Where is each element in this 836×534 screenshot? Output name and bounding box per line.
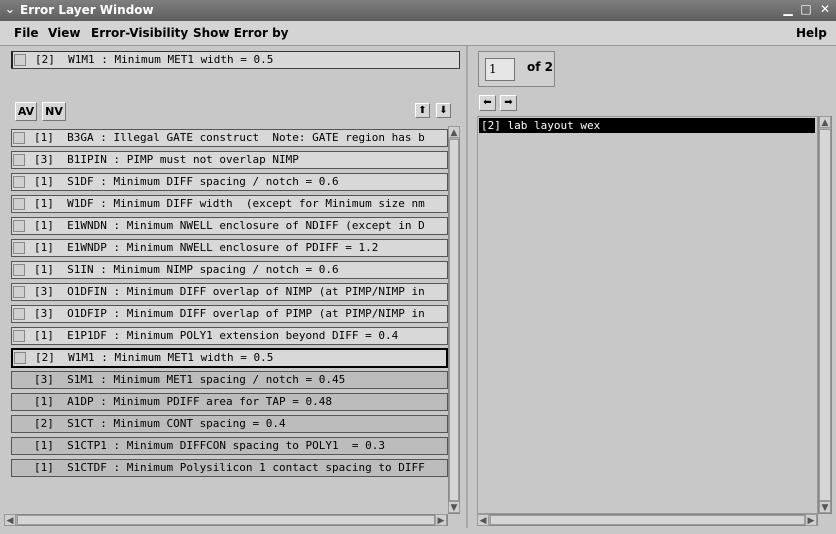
scroll-thumb[interactable] (17, 515, 435, 525)
minimize-button[interactable]: ▁ (780, 2, 796, 18)
scroll-down-icon[interactable]: ▼ (448, 501, 460, 513)
error-row[interactable]: [1] B3GA : Illegal GATE construct Note: … (11, 129, 448, 147)
error-row-text: [2] S1CT : Minimum CONT spacing = 0.4 (34, 417, 286, 430)
error-row-text: [1] S1CTDF : Minimum Polysilicon 1 conta… (34, 461, 425, 474)
error-row-current[interactable]: [2] W1M1 : Minimum MET1 width = 0.5 (11, 348, 448, 368)
next-page-button[interactable]: ➡ (500, 95, 517, 111)
arrow-left-icon: ⬅ (483, 97, 492, 108)
menu-view[interactable]: View (48, 26, 80, 40)
result-list-vscrollbar[interactable]: ▲ ▼ (818, 116, 832, 514)
error-row[interactable]: [1] W1DF : Minimum DIFF width (except fo… (11, 195, 448, 213)
row-checkbox[interactable] (13, 176, 25, 188)
move-down-button[interactable]: ⬇ (436, 103, 451, 118)
menu-help[interactable]: Help (796, 26, 827, 40)
selected-error-field: [2] W1M1 : Minimum MET1 width = 0.5 (11, 51, 460, 69)
row-checkbox[interactable] (13, 330, 25, 342)
error-row[interactable]: [3] B1IPIN : PIMP must not overlap NIMP (11, 151, 448, 169)
scroll-up-icon[interactable]: ▲ (448, 126, 460, 138)
row-checkbox[interactable] (13, 308, 25, 320)
window-menu-button[interactable]: ⌄ (2, 2, 18, 18)
scroll-thumb[interactable] (490, 515, 805, 525)
result-item-selected[interactable]: [2] lab layout wex (479, 118, 815, 133)
scroll-thumb[interactable] (819, 129, 831, 501)
row-checkbox[interactable] (13, 154, 25, 166)
row-checkbox[interactable] (13, 220, 25, 232)
error-row-text: [3] O1DFIN : Minimum DIFF overlap of NIM… (34, 285, 425, 298)
menu-show-error-by[interactable]: Show Error by (193, 26, 288, 40)
error-row-text: [1] S1CTP1 : Minimum DIFFCON spacing to … (34, 439, 385, 452)
error-row-text: [1] E1P1DF : Minimum POLY1 extension bey… (34, 329, 399, 342)
separator-line (11, 68, 460, 69)
result-list-hscrollbar[interactable]: ◀ ▶ (477, 514, 818, 526)
error-row[interactable]: [1] A1DP : Minimum PDIFF area for TAP = … (11, 393, 448, 411)
prev-page-button[interactable]: ⬅ (479, 95, 496, 111)
error-row[interactable]: [3] O1DFIN : Minimum DIFF overlap of NIM… (11, 283, 448, 301)
error-row[interactable]: [1] S1CTDF : Minimum Polysilicon 1 conta… (11, 459, 448, 477)
error-row-text: [1] E1WNDN : Minimum NWELL enclosure of … (34, 219, 425, 232)
arrow-down-icon: ⬇ (439, 105, 448, 116)
error-list-hscrollbar[interactable]: ◀ ▶ (4, 514, 448, 526)
error-row[interactable]: [2] S1CT : Minimum CONT spacing = 0.4 (11, 415, 448, 433)
menu-bar: File View Error-Visibility Show Error by… (0, 21, 836, 46)
row-checkbox[interactable] (13, 198, 25, 210)
error-row[interactable]: [1] S1IN : Minimum NIMP spacing / notch … (11, 261, 448, 279)
row-checkbox[interactable] (14, 352, 26, 364)
error-row-text: [1] S1IN : Minimum NIMP spacing / notch … (34, 263, 339, 276)
arrow-right-icon: ➡ (504, 97, 513, 108)
error-row-text: [3] O1DFIP : Minimum DIFF overlap of PIM… (34, 307, 425, 320)
scroll-right-icon[interactable]: ▶ (805, 514, 817, 526)
av-button[interactable]: AV (15, 102, 37, 121)
error-row[interactable]: [1] E1WNDN : Minimum NWELL enclosure of … (11, 217, 448, 235)
title-bar: ⌄ Error Layer Window ▁ □ ✕ (0, 0, 836, 21)
close-button[interactable]: ✕ (817, 2, 833, 18)
row-checkbox[interactable] (13, 264, 25, 276)
error-list: [1] B3GA : Illegal GATE construct Note: … (11, 126, 448, 514)
page-selector: 1 of 2 (478, 51, 555, 87)
selected-error-text: [2] W1M1 : Minimum MET1 width = 0.5 (35, 53, 274, 66)
error-row[interactable]: [1] S1CTP1 : Minimum DIFFCON spacing to … (11, 437, 448, 455)
scroll-thumb[interactable] (449, 139, 459, 501)
scroll-down-icon[interactable]: ▼ (819, 501, 831, 513)
pane-divider[interactable] (466, 46, 468, 528)
maximize-button[interactable]: □ (798, 2, 814, 18)
error-row-text: [1] E1WNDP : Minimum NWELL enclosure of … (34, 241, 379, 254)
error-row[interactable]: [3] O1DFIP : Minimum DIFF overlap of PIM… (11, 305, 448, 323)
error-row-text: [1] B3GA : Illegal GATE construct Note: … (34, 131, 425, 144)
error-row[interactable]: [1] E1WNDP : Minimum NWELL enclosure of … (11, 239, 448, 257)
scroll-right-icon[interactable]: ▶ (435, 514, 447, 526)
row-checkbox[interactable] (13, 242, 25, 254)
page-total-label: of 2 (527, 60, 553, 74)
page-number-input[interactable]: 1 (485, 58, 515, 81)
error-list-vscrollbar[interactable]: ▲ ▼ (448, 126, 460, 514)
selected-error-checkbox[interactable] (14, 54, 26, 66)
nv-button[interactable]: NV (42, 102, 66, 121)
error-row-text: [1] A1DP : Minimum PDIFF area for TAP = … (34, 395, 333, 408)
menu-file[interactable]: File (14, 26, 39, 40)
error-row-text: [2] W1M1 : Minimum MET1 width = 0.5 (35, 351, 274, 364)
menu-error-visibility[interactable]: Error-Visibility (91, 26, 188, 40)
error-row-text: [1] S1DF : Minimum DIFF spacing / notch … (34, 175, 339, 188)
row-checkbox[interactable] (13, 286, 25, 298)
row-checkbox[interactable] (13, 132, 25, 144)
scroll-left-icon[interactable]: ◀ (477, 514, 489, 526)
move-up-button[interactable]: ⬆ (415, 103, 430, 118)
scroll-up-icon[interactable]: ▲ (819, 116, 831, 128)
result-list: [2] lab layout wex (477, 116, 818, 514)
error-row-text: [3] S1M1 : Minimum MET1 spacing / notch … (34, 373, 346, 386)
arrow-up-icon: ⬆ (418, 105, 427, 116)
error-row-text: [3] B1IPIN : PIMP must not overlap NIMP (34, 153, 299, 166)
error-row[interactable]: [1] E1P1DF : Minimum POLY1 extension bey… (11, 327, 448, 345)
error-row[interactable]: [1] S1DF : Minimum DIFF spacing / notch … (11, 173, 448, 191)
scroll-left-icon[interactable]: ◀ (4, 514, 16, 526)
window-title: Error Layer Window (20, 3, 154, 17)
error-row-text: [1] W1DF : Minimum DIFF width (except fo… (34, 197, 425, 210)
error-row[interactable]: [3] S1M1 : Minimum MET1 spacing / notch … (11, 371, 448, 389)
